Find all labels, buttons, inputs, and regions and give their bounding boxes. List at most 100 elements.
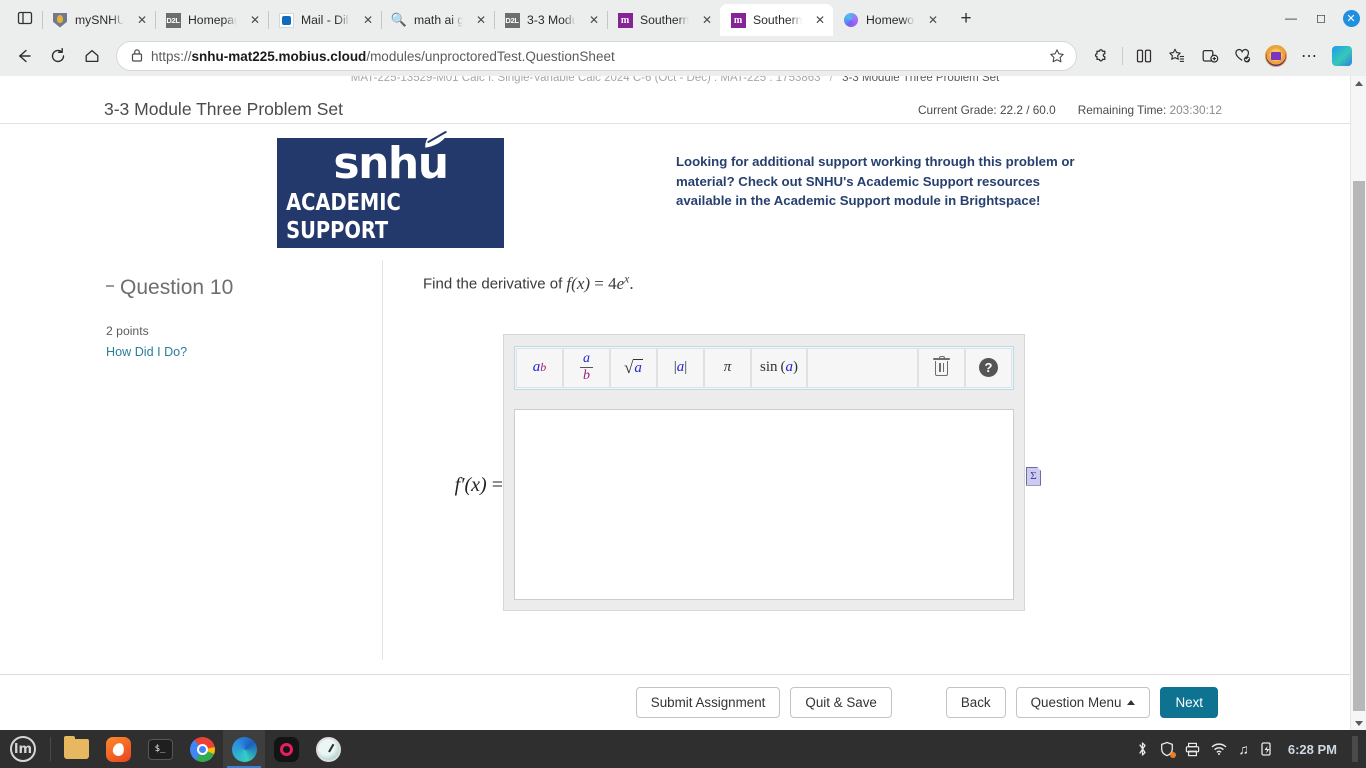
browser-tab-6-active[interactable]: m Southern New ✕ — [720, 4, 833, 36]
assignment-header: 3-3 Module Three Problem Set Current Gra… — [0, 96, 1350, 124]
quit-and-save-button[interactable]: Quit & Save — [790, 687, 892, 718]
help-button[interactable]: ? — [965, 347, 1012, 388]
browser-tab-3[interactable]: 🔍 math ai gener ✕ — [381, 4, 494, 36]
browser-window: mySNHU ✕ D2L Homepage - M ✕ Mail - Dillo… — [0, 0, 1366, 730]
files-icon[interactable] — [55, 730, 97, 768]
recorder-icon[interactable] — [265, 730, 307, 768]
browser-tab-5[interactable]: m Southern New ✕ — [607, 4, 720, 36]
tab-close-icon[interactable]: ✕ — [472, 11, 490, 29]
fraction-button[interactable]: ab — [563, 347, 610, 388]
tab-close-icon[interactable]: ✕ — [698, 11, 716, 29]
pi-button[interactable]: π — [704, 347, 751, 388]
close-window-button[interactable]: ✕ — [1336, 4, 1366, 32]
firefox-icon[interactable] — [97, 730, 139, 768]
tab-close-icon[interactable]: ✕ — [359, 11, 377, 29]
back-nav-icon[interactable] — [8, 40, 40, 72]
exponent-button[interactable]: ab — [516, 347, 563, 388]
prompt-text: Find the derivative of — [423, 275, 563, 293]
new-tab-button[interactable]: + — [952, 5, 980, 33]
current-grade: Current Grade: 22.2 / 60.0 — [918, 103, 1056, 117]
answer-input[interactable] — [514, 408, 1014, 600]
favorites-icon[interactable] — [1161, 40, 1193, 72]
breadcrumb-current: 3-3 Module Three Problem Set — [842, 76, 1000, 84]
copilot-icon[interactable] — [1326, 40, 1358, 72]
snhu-logo-subtitle: ACADEMIC SUPPORT — [286, 188, 401, 244]
browser-tab-1[interactable]: D2L Homepage - M ✕ — [155, 4, 268, 36]
browser-toolbar: https://snhu-mat225.mobius.cloud/modules… — [0, 36, 1366, 76]
profile-avatar[interactable] — [1260, 40, 1292, 72]
split-screen-icon[interactable] — [1128, 40, 1160, 72]
snhu-wordmark: snhu — [333, 126, 451, 186]
show-desktop-button[interactable] — [1352, 736, 1358, 762]
page-content: MAT-225-13529-M01 Calc I: Single-Variabl… — [0, 76, 1350, 730]
question-points: 2 points — [106, 324, 149, 338]
browser-tab-2[interactable]: Mail - Dillon, C ✕ — [268, 4, 381, 36]
question-prompt: Find the derivative of f(x) = 4ex. — [423, 268, 1350, 296]
maximize-button[interactable]: ◻ — [1306, 4, 1336, 32]
battery-icon[interactable] — [1260, 741, 1273, 757]
window-controls: — ◻ ✕ — [1276, 4, 1366, 36]
tab-close-icon[interactable]: ✕ — [811, 11, 829, 29]
minimize-button[interactable]: — — [1276, 4, 1306, 32]
clock-app-icon[interactable] — [307, 730, 349, 768]
back-button[interactable]: Back — [945, 687, 1006, 718]
edge-icon[interactable] — [223, 730, 265, 768]
submit-assignment-button[interactable]: Submit Assignment — [635, 687, 781, 718]
search-icon: 🔍 — [390, 12, 408, 27]
tab-close-icon[interactable]: ✕ — [133, 11, 151, 29]
taskbar-divider — [50, 737, 51, 761]
copilot-icon — [843, 12, 859, 28]
absolute-value-button[interactable]: | a | — [657, 347, 704, 388]
question-menu-button[interactable]: Question Menu — [1015, 687, 1151, 718]
math-editor: ab ab √ a | a | π sin (a) ? — [503, 333, 1025, 611]
trash-icon — [933, 355, 950, 377]
tab-close-icon[interactable]: ✕ — [924, 11, 942, 29]
wifi-icon[interactable] — [1211, 742, 1227, 756]
tab-close-icon[interactable]: ✕ — [585, 11, 603, 29]
home-icon[interactable] — [76, 40, 108, 72]
snhu-shield-icon — [52, 12, 68, 28]
printer-icon[interactable] — [1185, 742, 1200, 757]
square-root-button[interactable]: √ a — [610, 347, 657, 388]
security-shield-icon[interactable] — [1160, 741, 1177, 758]
taskbar-launchers: $_ — [55, 730, 349, 768]
breadcrumb-course[interactable]: MAT-225-13529-M01 Calc I: Single-Variabl… — [351, 76, 821, 84]
current-grade-label: Current Grade: — [917, 102, 997, 117]
remaining-time: Remaining Time: 203:30:12 — [1078, 103, 1222, 117]
mobius-icon: m — [730, 12, 746, 28]
browser-tab-7[interactable]: Homework Sp ✕ — [833, 4, 946, 36]
scroll-up-icon[interactable] — [1351, 76, 1366, 90]
sigma-preview-icon[interactable]: Σ — [1026, 466, 1041, 486]
breadcrumb-separator: / — [829, 76, 833, 84]
audio-icon[interactable]: ♫ — [1238, 742, 1249, 756]
collapse-icon[interactable] — [106, 285, 114, 287]
browser-tab-0[interactable]: mySNHU ✕ — [42, 4, 155, 36]
tab-close-icon[interactable]: ✕ — [246, 11, 264, 29]
start-menu-button[interactable]: lm — [0, 730, 46, 768]
scroll-down-icon[interactable] — [1351, 716, 1366, 730]
how-did-i-do-link[interactable]: How Did I Do? — [0, 345, 382, 359]
tab-title: 3-3 Module Th — [527, 13, 578, 27]
taskbar-clock[interactable]: 6:28 PM — [1284, 742, 1341, 757]
star-icon[interactable] — [1044, 43, 1070, 69]
browser-tab-4[interactable]: D2L 3-3 Module Th ✕ — [494, 4, 607, 36]
delete-button[interactable] — [918, 347, 965, 388]
next-button[interactable]: Next — [1160, 687, 1218, 718]
scrollbar-thumb[interactable] — [1353, 181, 1365, 711]
sine-button[interactable]: sin (a) — [751, 347, 808, 388]
refresh-icon[interactable] — [42, 40, 74, 72]
tab-actions-menu-button[interactable] — [8, 1, 42, 35]
bluetooth-icon[interactable] — [1136, 741, 1149, 757]
chrome-icon[interactable] — [181, 730, 223, 768]
settings-more-icon[interactable]: ⋯ — [1293, 40, 1325, 72]
browser-essentials-icon[interactable] — [1227, 40, 1259, 72]
snhu-academic-support-logo: snhu ACADEMIC SUPPORT — [277, 126, 504, 248]
extensions-icon[interactable] — [1085, 40, 1117, 72]
terminal-icon[interactable]: $_ — [139, 730, 181, 768]
collections-icon[interactable] — [1194, 40, 1226, 72]
tab-title: math ai gener — [414, 13, 465, 27]
address-bar[interactable]: https://snhu-mat225.mobius.cloud/modules… — [116, 41, 1077, 71]
academic-support-banner: snhu ACADEMIC SUPPORT Looking for additi… — [0, 124, 1350, 248]
page-scrollbar[interactable] — [1350, 76, 1366, 730]
d2l-icon: D2L — [165, 12, 181, 28]
